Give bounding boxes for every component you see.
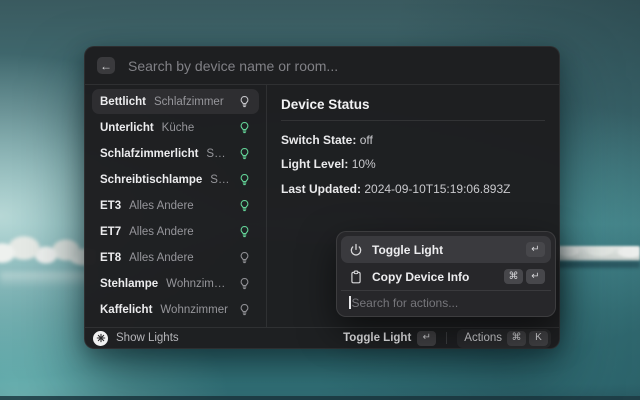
lightbulb-icon bbox=[238, 277, 251, 290]
key-badge: ↵ bbox=[526, 269, 545, 284]
device-list: Bettlicht Schlafzimmer Unterlicht Küche … bbox=[85, 85, 267, 327]
actions-list: Toggle Light ↵ Copy Device Info ⌘↵ bbox=[341, 236, 551, 290]
primary-action-label: Toggle Light bbox=[343, 332, 411, 344]
wallpaper-trees-left bbox=[0, 231, 96, 273]
launcher-window: ← Bettlicht Schlafzimmer Unterlicht Küch… bbox=[84, 46, 560, 349]
actions-popup: Toggle Light ↵ Copy Device Info ⌘↵ Searc… bbox=[336, 231, 556, 317]
device-row[interactable]: Schlafzimmerlicht Schlafzimmer bbox=[92, 141, 259, 166]
lightbulb-icon bbox=[238, 303, 251, 316]
lightbulb-icon bbox=[238, 147, 251, 160]
device-name: Schlafzimmerlicht bbox=[100, 148, 198, 160]
return-key-badge: ↵ bbox=[417, 331, 436, 346]
device-room: Wohnzimmer bbox=[166, 278, 230, 290]
device-room: Alles Andere bbox=[129, 200, 194, 212]
action-key-badges: ⌘↵ bbox=[504, 269, 545, 284]
screen: ← Bettlicht Schlafzimmer Unterlicht Küch… bbox=[0, 0, 640, 400]
action-label: Copy Device Info bbox=[372, 270, 495, 284]
status-bar: Show Lights Toggle Light ↵ Actions ⌘K bbox=[85, 327, 559, 348]
asterisk-icon bbox=[96, 333, 106, 343]
lightbulb-icon bbox=[238, 199, 251, 212]
device-room: Wohnzimmer bbox=[160, 304, 228, 316]
device-name: Schreibtischlampe bbox=[100, 174, 202, 186]
field-value: 10% bbox=[352, 157, 376, 171]
actions-search-placeholder: Search for actions... bbox=[352, 296, 459, 310]
device-name: Kaffelicht bbox=[100, 304, 152, 316]
actions-button-label: Actions bbox=[464, 332, 502, 344]
device-name: Unterlicht bbox=[100, 122, 154, 134]
device-row[interactable]: Bettlicht Schlafzimmer bbox=[92, 89, 259, 114]
back-button[interactable]: ← bbox=[97, 57, 115, 74]
lightbulb-icon bbox=[238, 173, 251, 186]
status-fields: Switch State: off Light Level: 10% Last … bbox=[281, 132, 545, 198]
lightbulb-icon bbox=[238, 251, 251, 264]
wallpaper-shoreline-right bbox=[556, 261, 640, 268]
device-name: Stehlampe bbox=[100, 278, 158, 290]
device-row[interactable]: Stehlampe Wohnzimmer bbox=[92, 271, 259, 296]
key-badge: ⌘ bbox=[507, 331, 526, 346]
panel-divider bbox=[281, 120, 545, 121]
actions-search-input[interactable]: Search for actions... bbox=[341, 290, 551, 312]
panel-title: Device Status bbox=[281, 97, 545, 112]
action-row[interactable]: Toggle Light ↵ bbox=[341, 236, 551, 263]
field-label: Switch State: bbox=[281, 133, 356, 147]
wallpaper-treeline-right bbox=[556, 246, 640, 261]
status-field: Light Level: 10% bbox=[281, 156, 545, 173]
field-value: 2024-09-10T15:19:06.893Z bbox=[364, 182, 510, 196]
key-badge: ⌘ bbox=[504, 269, 523, 284]
search-input[interactable] bbox=[126, 57, 547, 75]
lightbulb-icon bbox=[238, 121, 251, 134]
lightbulb-icon bbox=[238, 225, 251, 238]
primary-action-button[interactable]: Toggle Light ↵ bbox=[343, 331, 436, 346]
wallpaper-trees-reflection bbox=[0, 272, 96, 288]
status-field: Switch State: off bbox=[281, 132, 545, 149]
device-room: Küche bbox=[162, 122, 195, 134]
action-label: Toggle Light bbox=[372, 243, 517, 257]
device-row[interactable]: Kaffelicht Wohnzimmer bbox=[92, 297, 259, 322]
device-room: Schlafzimmer bbox=[206, 148, 230, 160]
lightbulb-icon bbox=[238, 95, 251, 108]
back-arrow-icon: ← bbox=[100, 60, 112, 72]
field-value: off bbox=[360, 133, 373, 147]
device-name: ET8 bbox=[100, 252, 121, 264]
device-row[interactable]: ET8 Alles Andere bbox=[92, 245, 259, 270]
field-label: Last Updated: bbox=[281, 182, 361, 196]
device-row[interactable]: ET3 Alles Andere bbox=[92, 193, 259, 218]
wallpaper-bottom-edge bbox=[0, 396, 640, 400]
device-room: Schlafzimmer bbox=[210, 174, 230, 186]
device-room: Alles Andere bbox=[129, 226, 194, 238]
search-bar: ← bbox=[85, 47, 559, 85]
device-row[interactable]: ET7 Alles Andere bbox=[92, 219, 259, 244]
field-label: Light Level: bbox=[281, 157, 348, 171]
actions-menu-button[interactable]: Actions ⌘K bbox=[457, 329, 551, 348]
device-name: ET7 bbox=[100, 226, 121, 238]
text-caret bbox=[349, 296, 351, 309]
extension-name: Show Lights bbox=[116, 332, 179, 344]
action-key-badges: ↵ bbox=[526, 242, 545, 257]
device-room: Schlafzimmer bbox=[154, 96, 224, 108]
action-row[interactable]: Copy Device Info ⌘↵ bbox=[341, 263, 551, 290]
device-name: Bettlicht bbox=[100, 96, 146, 108]
device-row[interactable]: Unterlicht Küche bbox=[92, 115, 259, 140]
actions-key-badges: ⌘K bbox=[507, 331, 548, 346]
extension-icon bbox=[93, 331, 108, 346]
status-field: Last Updated: 2024-09-10T15:19:06.893Z bbox=[281, 181, 545, 198]
key-badge: K bbox=[529, 331, 548, 346]
key-badge: ↵ bbox=[526, 242, 545, 257]
device-room: Alles Andere bbox=[129, 252, 194, 264]
footer-separator bbox=[446, 332, 447, 344]
device-row[interactable]: Schreibtischlampe Schlafzimmer bbox=[92, 167, 259, 192]
clipboard-icon bbox=[349, 270, 363, 284]
device-name: ET3 bbox=[100, 200, 121, 212]
power-icon bbox=[349, 243, 363, 257]
